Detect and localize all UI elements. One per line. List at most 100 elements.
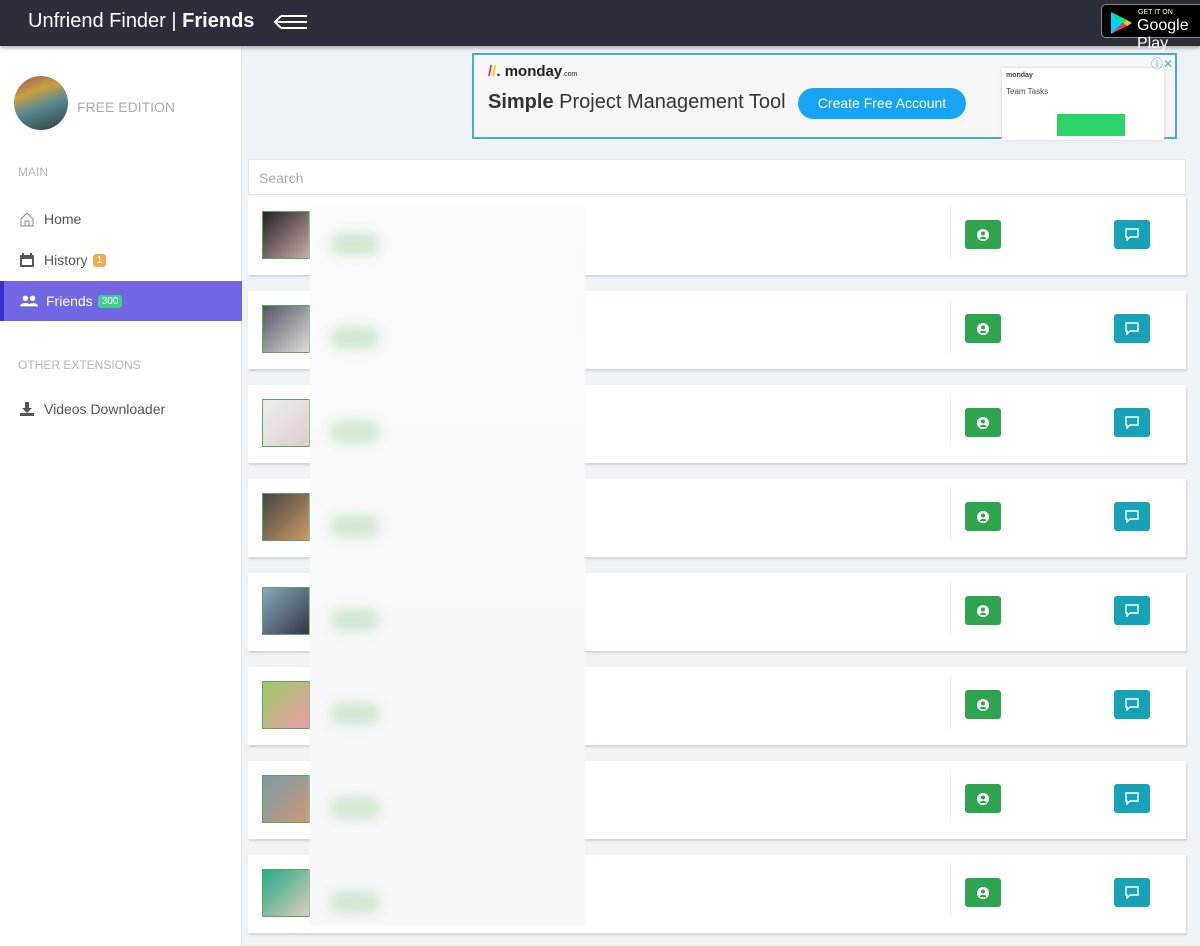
blurred-name bbox=[330, 233, 380, 255]
home-icon bbox=[18, 210, 36, 228]
send-message-button[interactable] bbox=[1114, 314, 1150, 343]
row-divider bbox=[950, 205, 951, 259]
send-message-button[interactable] bbox=[1114, 502, 1150, 531]
row-divider bbox=[950, 675, 951, 729]
row-divider bbox=[950, 393, 951, 447]
section-main: MAIN bbox=[18, 165, 48, 179]
user-circle-icon bbox=[977, 698, 989, 711]
edition-label: FREE EDITION bbox=[77, 99, 176, 115]
ad-brand-suffix: .com bbox=[562, 71, 578, 78]
user-circle-icon bbox=[977, 510, 989, 523]
sidebar: FREE EDITION MAIN Home History 1 Friends… bbox=[0, 46, 242, 946]
calendar-icon bbox=[18, 251, 36, 269]
blurred-names-overlay bbox=[310, 205, 585, 925]
search-input[interactable]: Search bbox=[248, 159, 1186, 195]
row-divider bbox=[950, 299, 951, 353]
current-page: Friends bbox=[182, 10, 255, 32]
sidebar-item-friends[interactable]: Friends 300 bbox=[0, 281, 242, 321]
ad-brand: monday bbox=[504, 63, 563, 80]
badge-small-text: GET IT ON bbox=[1138, 9, 1173, 16]
sidebar-item-videos-downloader[interactable]: Videos Downloader bbox=[0, 389, 242, 429]
send-message-button[interactable] bbox=[1114, 408, 1150, 437]
send-message-button[interactable] bbox=[1114, 690, 1150, 719]
title-separator: | bbox=[171, 10, 177, 32]
view-profile-button[interactable] bbox=[965, 314, 1001, 343]
message-icon bbox=[1125, 322, 1139, 335]
message-icon bbox=[1125, 792, 1139, 805]
user-circle-icon bbox=[977, 228, 989, 241]
user-avatar bbox=[14, 76, 68, 130]
users-icon bbox=[20, 292, 38, 310]
friend-avatar[interactable] bbox=[262, 211, 310, 259]
advertisement-banner[interactable]: //. monday.com Simple Project Management… bbox=[472, 53, 1177, 140]
row-divider bbox=[950, 581, 951, 635]
view-profile-button[interactable] bbox=[965, 784, 1001, 813]
create-free-account-button[interactable]: Create Free Account bbox=[798, 88, 966, 119]
friend-avatar[interactable] bbox=[262, 305, 310, 353]
friends-badge: 300 bbox=[97, 294, 123, 308]
blurred-name bbox=[330, 703, 380, 725]
blurred-name bbox=[330, 891, 380, 913]
send-message-button[interactable] bbox=[1114, 878, 1150, 907]
row-divider bbox=[950, 863, 951, 917]
view-profile-button[interactable] bbox=[965, 690, 1001, 719]
ad-mock-title: Team Tasks bbox=[1006, 87, 1049, 96]
send-message-button[interactable] bbox=[1114, 596, 1150, 625]
ad-brand-logo: //. monday.com bbox=[488, 63, 578, 80]
blurred-name bbox=[330, 421, 380, 443]
message-icon bbox=[1125, 698, 1139, 711]
user-circle-icon bbox=[977, 322, 989, 335]
user-circle-icon bbox=[977, 886, 989, 899]
message-icon bbox=[1125, 886, 1139, 899]
app-name: Unfriend Finder bbox=[28, 10, 166, 32]
history-badge: 1 bbox=[92, 253, 107, 267]
blurred-name bbox=[330, 609, 380, 631]
badge-big-text: Google Play bbox=[1137, 17, 1189, 52]
view-profile-button[interactable] bbox=[965, 596, 1001, 625]
friend-avatar[interactable] bbox=[262, 775, 310, 823]
page-title: Unfriend Finder | Friends bbox=[28, 10, 254, 33]
blurred-name bbox=[330, 797, 380, 819]
download-icon bbox=[18, 400, 36, 418]
google-play-icon bbox=[1111, 12, 1132, 34]
message-icon bbox=[1125, 604, 1139, 617]
view-profile-button[interactable] bbox=[965, 502, 1001, 531]
sidebar-item-label: History bbox=[44, 252, 88, 268]
sidebar-item-label: Friends bbox=[46, 293, 93, 309]
user-circle-icon bbox=[977, 604, 989, 617]
row-divider bbox=[950, 769, 951, 823]
friend-avatar[interactable] bbox=[262, 681, 310, 729]
ad-headline-text: Project Management Tool bbox=[553, 91, 786, 113]
message-icon bbox=[1125, 228, 1139, 241]
blurred-name bbox=[330, 515, 380, 537]
user-circle-icon bbox=[977, 416, 989, 429]
blurred-name bbox=[330, 327, 380, 349]
view-profile-button[interactable] bbox=[965, 878, 1001, 907]
friend-avatar[interactable] bbox=[262, 399, 310, 447]
row-divider bbox=[950, 487, 951, 541]
view-profile-button[interactable] bbox=[965, 220, 1001, 249]
ad-info-close-icon[interactable]: ⓘ✕ bbox=[1151, 55, 1173, 72]
sidebar-item-label: Home bbox=[44, 211, 82, 227]
user-circle-icon bbox=[977, 792, 989, 805]
message-icon bbox=[1125, 416, 1139, 429]
view-profile-button[interactable] bbox=[965, 408, 1001, 437]
ad-product-preview: monday Team Tasks bbox=[1002, 68, 1164, 140]
sidebar-item-label: Videos Downloader bbox=[44, 401, 166, 417]
sidebar-item-home[interactable]: Home bbox=[0, 199, 242, 239]
ad-mock-status-cells bbox=[1057, 114, 1125, 136]
ad-headline: Simple Project Management Tool bbox=[488, 91, 786, 114]
ad-mock-brand: monday bbox=[1006, 72, 1033, 79]
ad-headline-bold: Simple bbox=[488, 91, 554, 113]
top-bar: Unfriend Finder | Friends GET IT ON Goog… bbox=[0, 0, 1200, 52]
section-other-extensions: OTHER EXTENSIONS bbox=[18, 358, 141, 372]
send-message-button[interactable] bbox=[1114, 220, 1150, 249]
sidebar-item-history[interactable]: History 1 bbox=[0, 240, 242, 280]
friend-avatar[interactable] bbox=[262, 869, 310, 917]
message-icon bbox=[1125, 510, 1139, 523]
collapse-menu-icon[interactable] bbox=[273, 12, 309, 32]
friend-avatar[interactable] bbox=[262, 493, 310, 541]
google-play-badge[interactable]: GET IT ON Google Play bbox=[1101, 4, 1200, 52]
friend-avatar[interactable] bbox=[262, 587, 310, 635]
send-message-button[interactable] bbox=[1114, 784, 1150, 813]
